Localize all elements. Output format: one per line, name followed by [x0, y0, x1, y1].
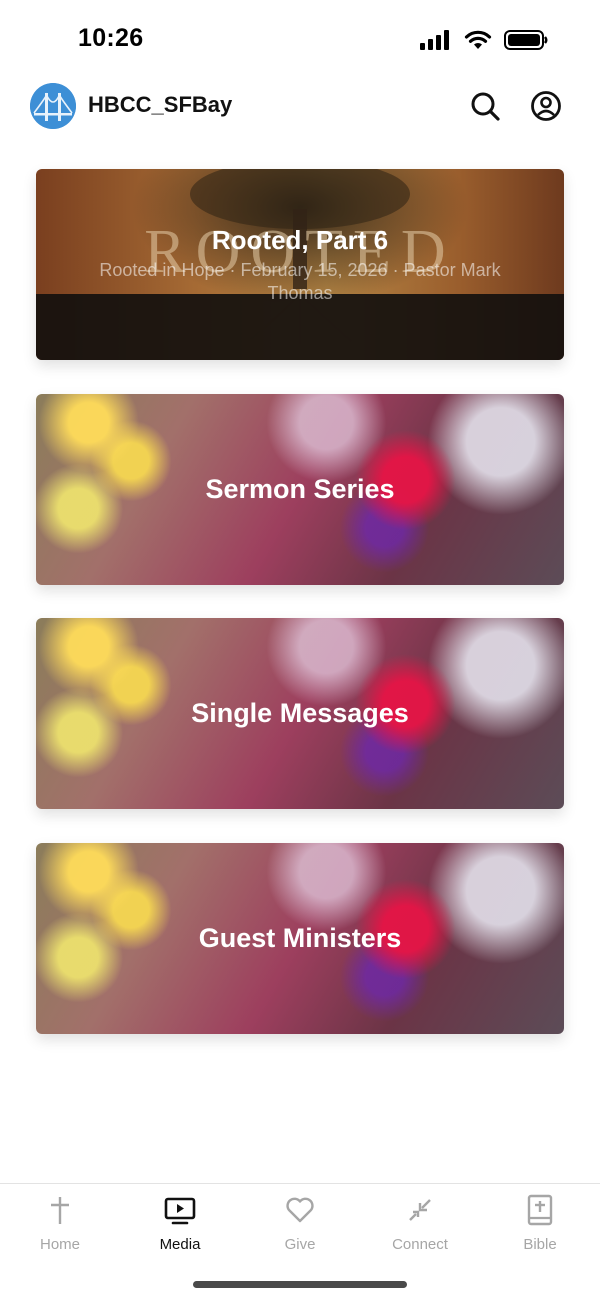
golden-gate-bridge-icon	[30, 83, 76, 129]
tab-connect-label: Connect	[392, 1236, 448, 1253]
tab-home[interactable]: Home	[0, 1194, 120, 1254]
guest-ministers-card[interactable]: Guest Ministers	[36, 843, 564, 1034]
tv-play-icon	[164, 1197, 196, 1225]
cross-icon	[51, 1197, 69, 1224]
church-logo-avatar[interactable]	[30, 83, 76, 129]
wifi-icon	[464, 30, 492, 49]
cellular-signal-icon	[420, 30, 449, 50]
status-time: 10:26	[78, 24, 144, 52]
tab-home-label: Home	[39, 1236, 80, 1253]
single-messages-title: Single Messages	[191, 698, 409, 728]
featured-sermon-title: Rooted, Part 6	[211, 225, 389, 255]
tab-give-label: Give	[284, 1236, 316, 1253]
status-bar: 10:26	[0, 0, 600, 80]
sermon-series-title: Sermon Series	[205, 474, 395, 504]
heart-icon	[286, 1197, 314, 1223]
single-messages-card[interactable]: Single Messages	[36, 618, 564, 809]
bible-icon	[527, 1194, 553, 1226]
featured-sermon-subtitle: Rooted in Hope · February 15, 2026 · Pas…	[99, 260, 501, 303]
featured-sermon-card[interactable]: ROOTED Rooted, Part 6 Rooted in Hope · F…	[36, 169, 564, 360]
app-title: HBCC_SFBay	[88, 92, 233, 117]
tab-connect[interactable]: Connect	[360, 1194, 480, 1254]
tab-media-label: Media	[159, 1236, 201, 1253]
sermon-series-card[interactable]: Sermon Series	[36, 394, 564, 585]
guest-ministers-title: Guest Ministers	[198, 923, 402, 953]
tab-bible[interactable]: Bible	[480, 1194, 600, 1254]
status-icons	[420, 30, 548, 50]
home-indicator	[193, 1281, 407, 1288]
tab-media[interactable]: Media	[120, 1194, 240, 1254]
battery-icon	[504, 30, 548, 50]
tab-give[interactable]: Give	[240, 1194, 360, 1254]
connect-arrows-icon	[409, 1199, 431, 1221]
app-header: HBCC_SFBay	[0, 80, 600, 140]
tab-bible-label: Bible	[523, 1236, 557, 1253]
account-icon[interactable]	[529, 89, 563, 123]
search-icon[interactable]	[468, 89, 502, 123]
